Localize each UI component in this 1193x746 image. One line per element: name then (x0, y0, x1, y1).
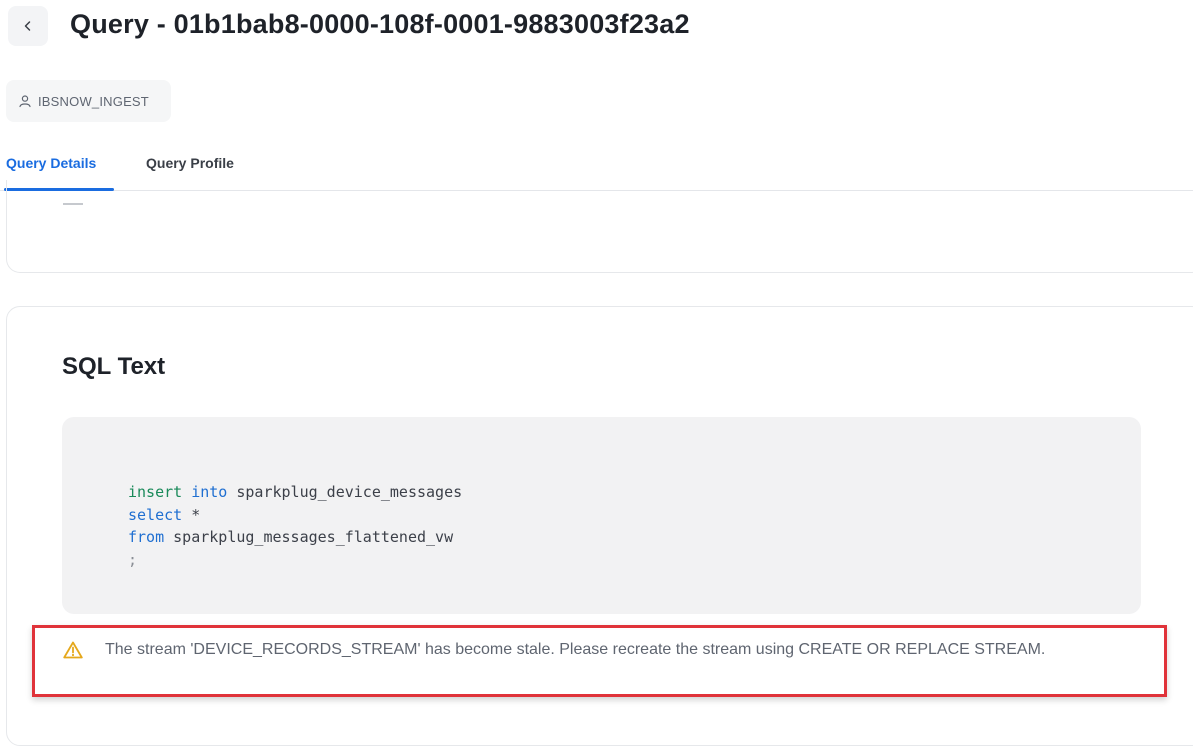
chevron-left-icon (24, 21, 31, 31)
page-title: Query - 01b1bab8-0000-108f-0001-9883003f… (70, 9, 690, 39)
back-button[interactable] (8, 6, 48, 46)
warning-triangle-icon (63, 641, 83, 659)
warning-message: The stream 'DEVICE_RECORDS_STREAM' has b… (105, 641, 1046, 658)
user-chip-label: IBSNOW_INGEST (38, 93, 149, 109)
code-keyword: insert (128, 483, 183, 501)
code-text: sparkplug_device_messages (227, 483, 463, 501)
code-text: sparkplug_messages_flattened_vw (164, 528, 454, 546)
tab-query-details[interactable]: Query Details (6, 155, 96, 171)
code-text: * (182, 505, 201, 524)
user-icon (19, 95, 31, 108)
sql-code-block[interactable]: insert into sparkplug_device_messages se… (62, 417, 1141, 614)
user-chip[interactable]: IBSNOW_INGEST (6, 80, 171, 122)
details-card (6, 180, 1193, 273)
code-keyword: into (191, 483, 228, 501)
code-punctuation: ; (128, 550, 138, 569)
tab-query-profile[interactable]: Query Profile (146, 155, 234, 171)
code-keyword: select (128, 505, 183, 524)
code-keyword: from (128, 528, 165, 546)
sql-text-heading: SQL Text (62, 353, 166, 380)
page-header: Query - 01b1bab8-0000-108f-0001-9883003f… (0, 0, 1193, 58)
sql-code: insert into sparkplug_device_messages se… (128, 481, 462, 571)
stale-stream-warning: The stream 'DEVICE_RECORDS_STREAM' has b… (32, 625, 1167, 697)
details-placeholder-dash (63, 203, 83, 205)
